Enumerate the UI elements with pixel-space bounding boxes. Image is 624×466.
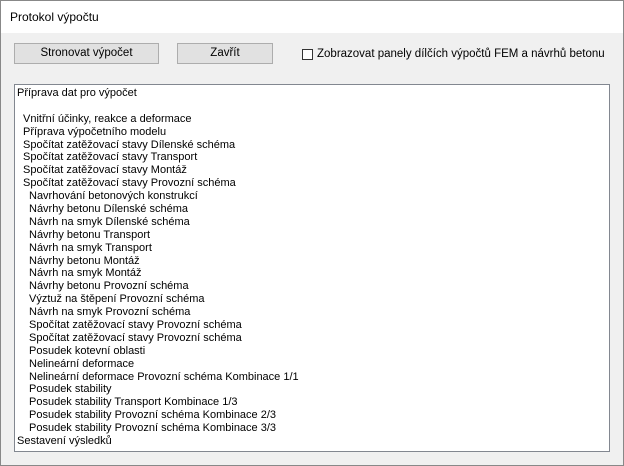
log-line: Výztuž na štěpení Provozní schéma [29, 293, 205, 306]
log-line: Spočítat zatěžovací stavy Provozní schém… [23, 177, 236, 190]
log-line: Návrhy betonu Transport [29, 228, 151, 241]
log-line: Příprava dat pro výpočet [17, 87, 137, 99]
log-lines: Příprava dat pro výpočet Vnitřní účinky,… [17, 87, 299, 448]
log-line: Návrh na smyk Montáž [29, 267, 142, 280]
title-bar: Protokol výpočtu [1, 1, 623, 33]
log-line: Návrh na smyk Transport [29, 241, 152, 254]
window-title: Protokol výpočtu [10, 10, 99, 24]
log-line: Navrhování betonových konstrukcí [29, 190, 198, 203]
log-line: Spočítat zatěžovací stavy Provozní schém… [29, 331, 242, 344]
log-line: Spočítat zatěžovací stavy Montáž [23, 164, 187, 177]
log-line: Posudek kotevní oblasti [29, 344, 146, 357]
close-button[interactable]: Zavřít [177, 43, 273, 64]
show-panels-option[interactable]: Zobrazovat panely dílčích výpočtů FEM a … [302, 47, 605, 61]
log-line: Spočítat zatěžovací stavy Provozní schém… [29, 319, 242, 332]
log-line: Posudek stability [29, 383, 112, 396]
protocol-log[interactable]: Příprava dat pro výpočet Vnitřní účinky,… [14, 84, 610, 452]
log-line: Nelineární deformace Provozní schéma Kom… [29, 370, 299, 383]
log-line: Spočítat zatěžovací stavy Transport [23, 151, 198, 164]
log-line: Příprava výpočetního modelu [23, 125, 167, 138]
protocol-window: Protokol výpočtu Stronovat výpočet Zavří… [0, 0, 624, 466]
log-line: Návrhy betonu Montáž [29, 254, 140, 267]
recalculate-button[interactable]: Stronovat výpočet [14, 43, 159, 64]
show-panels-checkbox[interactable] [302, 48, 313, 60]
log-line: Posudek stability Provozní schéma Kombin… [29, 422, 277, 435]
log-line: Posudek stability Provozní schéma Kombin… [29, 409, 277, 422]
log-line: Sestavení výsledků [17, 435, 112, 448]
log-line: Návrh na smyk Provozní schéma [29, 306, 191, 319]
log-line: Spočítat zatěžovací stavy Dílenské schém… [23, 138, 236, 151]
log-line: Návrhy betonu Provozní schéma [29, 280, 189, 293]
show-panels-label: Zobrazovat panely dílčích výpočtů FEM a … [317, 48, 605, 60]
log-line: Návrhy betonu Dílenské schéma [29, 203, 188, 216]
log-line: Návrh na smyk Dílenské schéma [29, 215, 190, 228]
log-line: Posudek stability Transport Kombinace 1/… [29, 396, 238, 409]
log-line: Nelineární deformace [29, 357, 135, 370]
log-line: Vnitřní účinky, reakce a deformace [23, 112, 192, 125]
